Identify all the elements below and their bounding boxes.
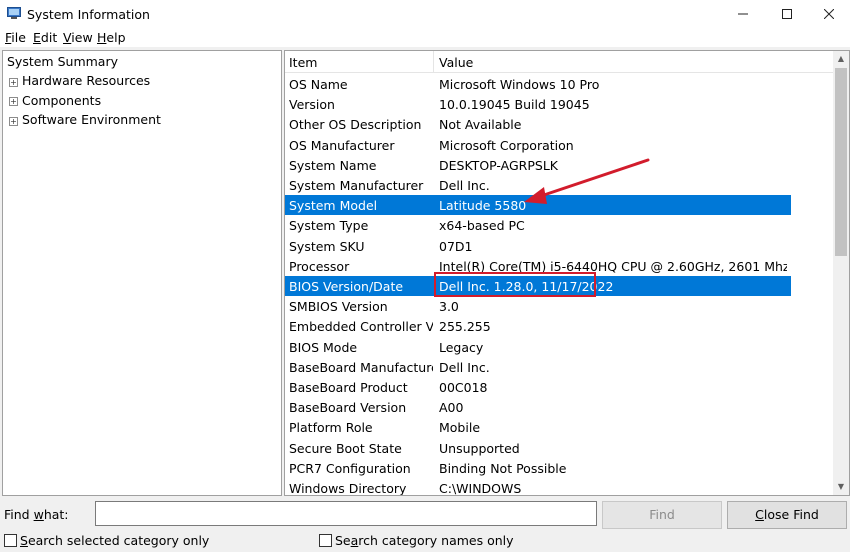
table-row[interactable]: System Model Latitude 5580: [285, 195, 791, 216]
vertical-scrollbar[interactable]: ▲ ▼: [833, 51, 849, 495]
table-row[interactable]: Other OS Description Not Available: [285, 114, 791, 134]
table-row[interactable]: SMBIOS Version 3.0: [285, 296, 791, 316]
tree-item-components[interactable]: Components: [22, 93, 101, 108]
table-row[interactable]: Version 10.0.19045 Build 19045: [285, 94, 791, 114]
row-value: Dell Inc.: [439, 178, 490, 193]
column-divider[interactable]: [433, 51, 434, 72]
row-item: PCR7 Configuration: [289, 460, 411, 476]
row-item: BaseBoard Version: [289, 400, 407, 416]
close-icon: [823, 8, 835, 20]
expand-icon[interactable]: +: [9, 97, 18, 106]
row-item: System Model: [289, 198, 378, 214]
row-item: OS Manufacturer: [289, 137, 395, 153]
row-value: Microsoft Corporation: [439, 137, 574, 153]
annotation-highlight-box: [434, 272, 596, 297]
row-value: C:\WINDOWS: [439, 481, 522, 496]
row-item: Secure Boot State: [289, 440, 402, 456]
column-header-item[interactable]: Item: [289, 55, 317, 70]
maximize-icon: [782, 9, 792, 19]
scroll-down-icon[interactable]: ▼: [833, 479, 849, 495]
row-value: 07D1: [439, 238, 473, 254]
window-title: System Information: [27, 7, 150, 22]
menu-view[interactable]: View: [63, 30, 93, 45]
row-value: DESKTOP-AGRPSLK: [439, 157, 558, 173]
tree-item-software-environment[interactable]: Software Environment: [22, 112, 161, 127]
table-row[interactable]: BaseBoard Version A00: [285, 397, 791, 417]
scroll-up-icon[interactable]: ▲: [833, 51, 849, 67]
search-category-names-checkbox[interactable]: Search category names only: [319, 533, 514, 548]
expand-icon[interactable]: +: [9, 117, 18, 126]
tree-item-system-summary[interactable]: System Summary: [7, 54, 118, 69]
table-row[interactable]: System Manufacturer Dell Inc.: [285, 175, 791, 195]
row-value: 3.0: [439, 299, 459, 315]
menu-edit[interactable]: Edit: [33, 30, 57, 45]
expand-icon[interactable]: +: [9, 78, 18, 87]
row-value: 10.0.19045 Build 19045: [439, 97, 590, 113]
list-header: Item Value: [285, 51, 833, 73]
table-row[interactable]: Windows Directory C:\WINDOWS: [285, 478, 791, 496]
row-value: Microsoft Windows 10 Pro: [439, 77, 600, 92]
row-item: BaseBoard Manufacturer: [289, 359, 433, 375]
table-row[interactable]: BaseBoard Manufacturer Dell Inc.: [285, 357, 791, 377]
row-item: OS Name: [289, 77, 348, 92]
scroll-thumb[interactable]: [835, 68, 847, 256]
row-item: BIOS Version/Date: [289, 279, 404, 294]
row-item: Windows Directory: [289, 481, 407, 496]
checkbox-icon[interactable]: [4, 534, 17, 547]
maximize-button[interactable]: [764, 0, 810, 28]
table-row[interactable]: Embedded Controller V... 255.255: [285, 316, 791, 336]
close-button[interactable]: [806, 0, 850, 28]
title-bar: System Information: [0, 0, 850, 28]
row-value: Legacy: [439, 339, 484, 355]
row-value: Latitude 5580: [439, 198, 527, 214]
search-selected-category-checkbox[interactable]: Search selected category only: [4, 533, 209, 548]
tree-item-hardware-resources[interactable]: Hardware Resources: [22, 73, 150, 88]
row-value: Mobile: [439, 420, 481, 436]
table-row[interactable]: OS Name Microsoft Windows 10 Pro: [285, 74, 791, 94]
row-item: Embedded Controller V...: [289, 319, 433, 335]
table-row[interactable]: BIOS Mode Legacy: [285, 337, 791, 357]
table-row[interactable]: System Type x64-based PC: [285, 215, 791, 235]
row-item: Platform Role: [289, 420, 373, 436]
row-item: Version: [289, 97, 335, 113]
row-item: System Type: [289, 218, 369, 234]
row-value: Unsupported: [439, 440, 520, 456]
row-value: A00: [439, 400, 464, 416]
row-value: x64-based PC: [439, 218, 525, 234]
find-button[interactable]: Find: [602, 501, 722, 529]
row-value: Not Available: [439, 117, 522, 133]
minimize-icon: [738, 13, 748, 15]
row-item: System Manufacturer: [289, 178, 424, 193]
row-item: BIOS Mode: [289, 339, 358, 355]
row-item: System Name: [289, 157, 377, 173]
row-item: System SKU: [289, 238, 365, 254]
table-row[interactable]: BaseBoard Product 00C018: [285, 377, 791, 397]
checkbox-icon[interactable]: [319, 534, 332, 547]
close-find-button[interactable]: Close Find: [727, 501, 847, 529]
category-tree[interactable]: System Summary + Hardware Resources + Co…: [2, 50, 282, 496]
row-item: Other OS Description: [289, 117, 422, 133]
menu-file[interactable]: File: [5, 30, 26, 45]
find-what-label: Find what:: [4, 507, 69, 522]
table-row[interactable]: Platform Role Mobile: [285, 417, 791, 437]
menu-help[interactable]: Help: [97, 30, 126, 45]
menu-bar: File Edit View Help: [0, 28, 850, 47]
row-item: SMBIOS Version: [289, 299, 388, 315]
row-item: BaseBoard Product: [289, 380, 408, 395]
find-what-input[interactable]: [95, 501, 597, 526]
table-row[interactable]: PCR7 Configuration Binding Not Possible: [285, 458, 791, 478]
row-value: 255.255: [439, 319, 491, 335]
row-value: Binding Not Possible: [439, 460, 567, 476]
row-value: 00C018: [439, 380, 488, 395]
table-row[interactable]: OS Manufacturer Microsoft Corporation: [285, 135, 791, 155]
column-header-value[interactable]: Value: [439, 55, 473, 70]
row-value: Dell Inc.: [439, 359, 490, 375]
table-row[interactable]: System SKU 07D1: [285, 236, 791, 256]
system-information-icon: [7, 7, 21, 19]
row-item: Processor: [289, 258, 350, 274]
minimize-button[interactable]: [720, 0, 766, 28]
table-row[interactable]: System Name DESKTOP-AGRPSLK: [285, 155, 791, 175]
table-row[interactable]: Secure Boot State Unsupported: [285, 438, 791, 458]
